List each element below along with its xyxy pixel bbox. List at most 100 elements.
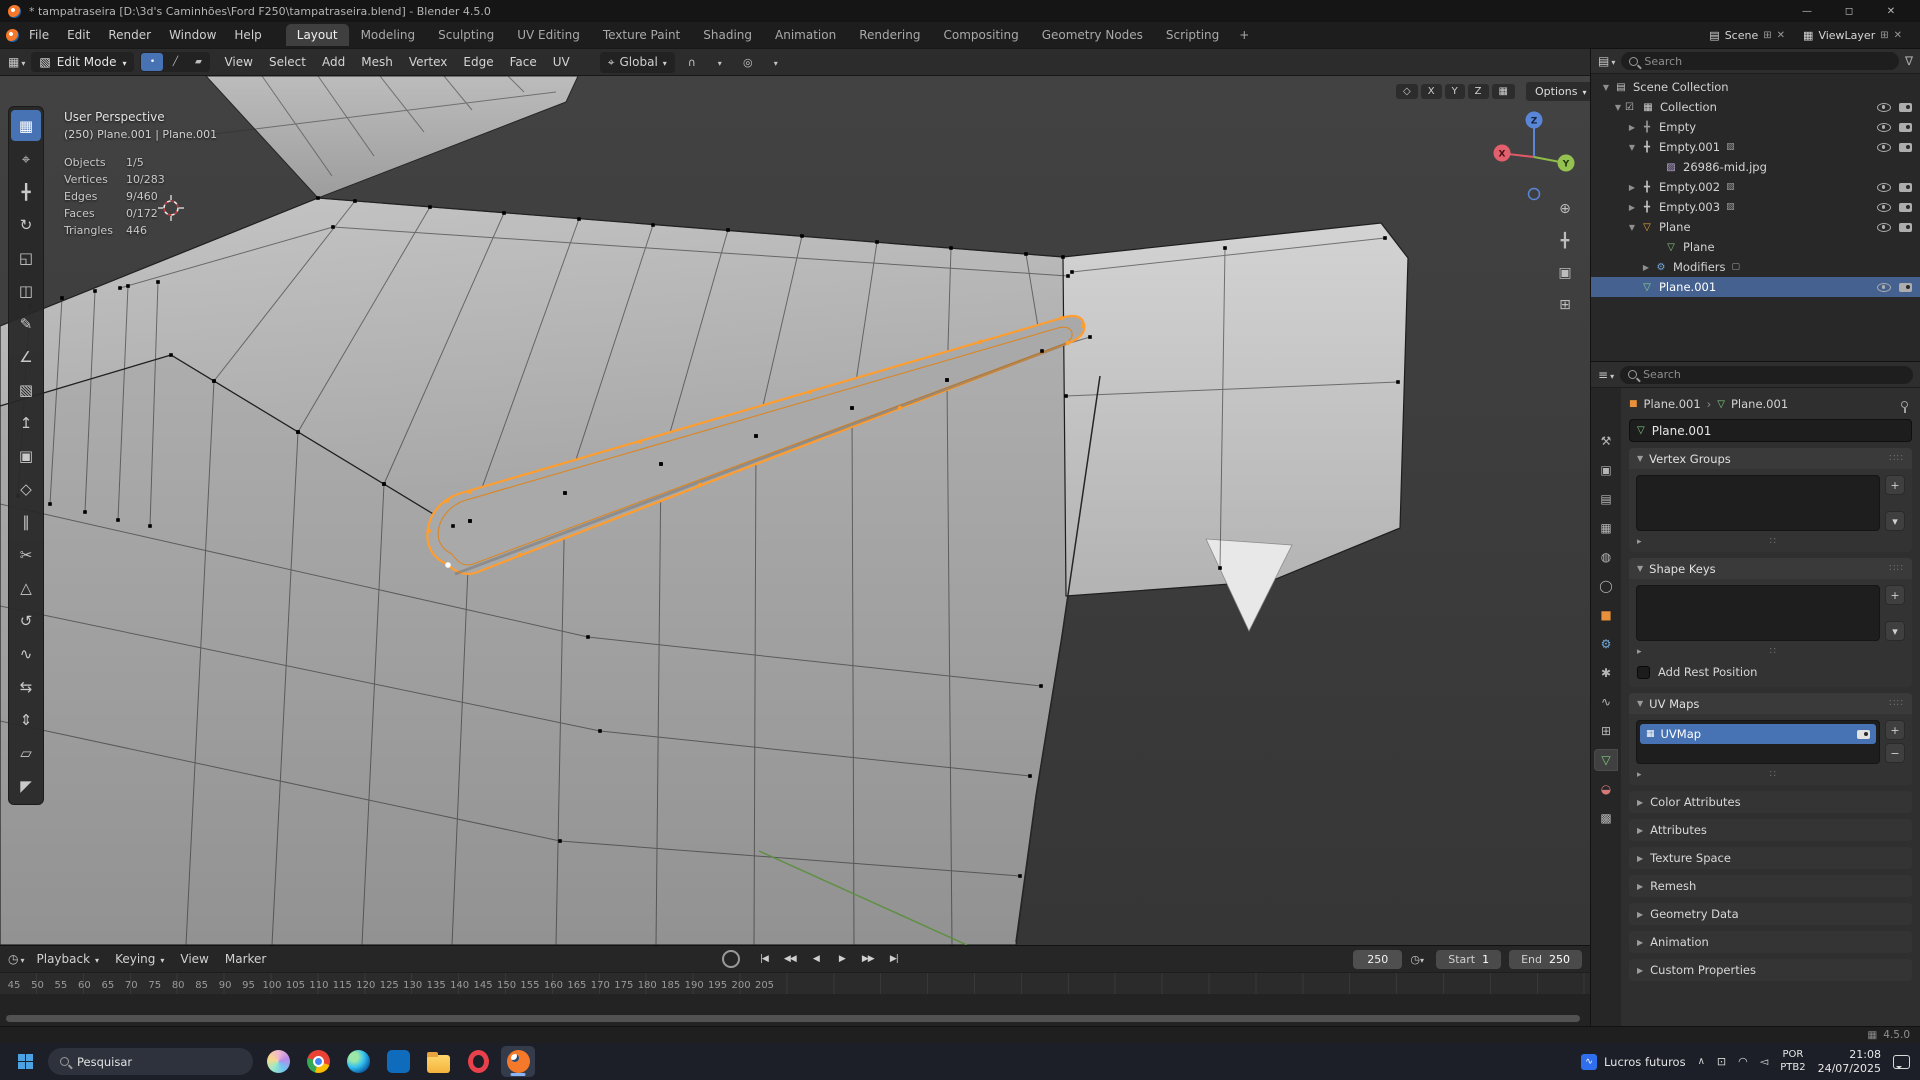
viewlayer-selector[interactable]: ViewLayer bbox=[1797, 27, 1908, 44]
shrink-fatten-tool[interactable]: ⇕ bbox=[11, 704, 41, 735]
subpanel-expander[interactable]: ▸ bbox=[1637, 647, 1642, 657]
proportional-dropdown[interactable] bbox=[765, 52, 787, 72]
timeline-menu-item[interactable]: Marker bbox=[217, 949, 274, 969]
remove-uv-map-button[interactable] bbox=[1885, 743, 1905, 763]
snap-symmetry-icon[interactable] bbox=[1492, 84, 1515, 99]
vertex-groups-list[interactable] bbox=[1636, 475, 1880, 531]
auto-keyframe-toggle[interactable] bbox=[722, 950, 740, 968]
collapsed-section-header[interactable]: ▶Attributes bbox=[1629, 819, 1912, 841]
header-menu-item[interactable]: Mesh bbox=[353, 52, 401, 72]
opera-icon[interactable] bbox=[461, 1046, 495, 1077]
notification-icon[interactable] bbox=[1893, 1055, 1910, 1069]
news-widget[interactable]: ∿ Lucros futuros bbox=[1581, 1054, 1686, 1070]
add-cube-tool[interactable]: ▧ bbox=[11, 374, 41, 405]
add-uv-map-button[interactable] bbox=[1885, 720, 1905, 740]
outliner-row[interactable]: ▼ ╋ Empty.001 ▨ bbox=[1591, 137, 1920, 157]
editor-type-button[interactable] bbox=[8, 55, 25, 69]
annotate-tool[interactable]: ✎ bbox=[11, 308, 41, 339]
header-menu-item[interactable]: Add bbox=[314, 52, 353, 72]
output-tab[interactable]: ▤ bbox=[1594, 488, 1618, 510]
render-camera-icon[interactable] bbox=[1857, 730, 1870, 739]
timeline-track[interactable] bbox=[0, 994, 1590, 1026]
timeline-menu-item[interactable]: View bbox=[172, 949, 216, 969]
mesh-scene[interactable]: Z X Y bbox=[0, 76, 1590, 945]
collapsed-section-header[interactable]: ▶Custom Properties bbox=[1629, 959, 1912, 981]
filter-icon[interactable] bbox=[1905, 54, 1913, 68]
scale-tool[interactable]: ◱ bbox=[11, 242, 41, 273]
collapsed-section-header[interactable]: ▶Geometry Data bbox=[1629, 903, 1912, 925]
collapsed-section-header[interactable]: ▶Texture Space bbox=[1629, 847, 1912, 869]
options-dropdown[interactable]: Options bbox=[1526, 82, 1590, 101]
eye-icon[interactable] bbox=[1877, 123, 1891, 132]
render-tab[interactable]: ▣ bbox=[1594, 459, 1618, 481]
face-select-mode[interactable]: ▰ bbox=[187, 53, 209, 71]
edge-select-mode[interactable]: ╱ bbox=[164, 53, 186, 71]
active-vertex[interactable] bbox=[445, 562, 451, 568]
scene-tab[interactable]: ◍ bbox=[1594, 546, 1618, 568]
workspace-tab[interactable]: Texture Paint bbox=[592, 24, 691, 46]
mirror-axis-toggle[interactable]: Y bbox=[1445, 84, 1465, 99]
expander-icon[interactable]: ▶ bbox=[1625, 203, 1639, 212]
add-vertex-group-button[interactable] bbox=[1885, 475, 1905, 495]
outliner-row[interactable]: ▶ ⚙ Modifiers ▢ bbox=[1591, 257, 1920, 277]
outliner-row[interactable]: ▶ ╋ Empty.002 ▨ bbox=[1591, 177, 1920, 197]
proportional-editing-button[interactable] bbox=[737, 52, 759, 72]
pan-icon[interactable]: ╋ bbox=[1552, 228, 1578, 254]
expander-icon[interactable]: ▶ bbox=[1625, 123, 1639, 132]
eye-icon[interactable] bbox=[1877, 223, 1891, 232]
transform-orientation-dropdown[interactable]: Global bbox=[600, 52, 675, 73]
timeline-menu-item[interactable]: Keying bbox=[107, 949, 172, 969]
tool-tab[interactable]: ⚒ bbox=[1594, 430, 1618, 452]
cursor-tool[interactable]: ⌖ bbox=[11, 143, 41, 174]
shape-key-specials-button[interactable] bbox=[1885, 621, 1905, 641]
poly-build-tool[interactable]: △ bbox=[11, 572, 41, 603]
expander-icon[interactable]: ▼ bbox=[1599, 83, 1613, 92]
workspace-tab[interactable]: Animation bbox=[764, 24, 847, 46]
eye-icon[interactable] bbox=[1877, 283, 1891, 292]
uv-maps-list[interactable]: ▦ UVMap bbox=[1636, 720, 1880, 764]
keyboard-language[interactable]: PORPTB2 bbox=[1780, 1049, 1805, 1074]
play-button[interactable]: ▶ bbox=[830, 949, 854, 969]
volume-icon[interactable] bbox=[1760, 1055, 1768, 1068]
viewport-3d[interactable]: Z X Y User Perspective (250) Plane.001 |… bbox=[0, 76, 1590, 945]
workspace-tab[interactable]: Scripting bbox=[1155, 24, 1230, 46]
taskbar-search-input[interactable]: Pesquisar bbox=[48, 1048, 253, 1075]
view-layer-tab[interactable]: ▦ bbox=[1594, 517, 1618, 539]
workspace-tab[interactable]: Sculpting bbox=[427, 24, 505, 46]
object-tab[interactable]: ■ bbox=[1594, 604, 1618, 626]
prev-keyframe-button[interactable]: ◀◀ bbox=[778, 949, 802, 969]
vertex-group-specials-button[interactable] bbox=[1885, 511, 1905, 531]
toggle-ortho-icon[interactable]: ⊞ bbox=[1552, 292, 1578, 318]
outliner-editor-type-button[interactable] bbox=[1598, 54, 1615, 68]
copilot-icon[interactable] bbox=[261, 1046, 295, 1077]
menu-item[interactable]: Edit bbox=[58, 25, 99, 45]
mirror-axis-toggle[interactable]: X bbox=[1421, 84, 1442, 99]
edge-icon[interactable] bbox=[341, 1046, 375, 1077]
pin-icon[interactable] bbox=[1901, 401, 1908, 408]
collapsed-section-header[interactable]: ▶Animation bbox=[1629, 931, 1912, 953]
object-data-tab[interactable]: ▽ bbox=[1594, 749, 1618, 771]
snap-toggle-button[interactable] bbox=[681, 52, 703, 72]
current-frame-field[interactable]: 250 bbox=[1353, 950, 1402, 969]
add-workspace-button[interactable]: + bbox=[1231, 25, 1257, 45]
smooth-tool[interactable]: ∿ bbox=[11, 638, 41, 669]
frame-start-field[interactable]: Start1 bbox=[1436, 950, 1501, 969]
uv-map-item[interactable]: ▦ UVMap bbox=[1640, 724, 1876, 744]
unlink-scene-icon[interactable] bbox=[1777, 30, 1785, 41]
vertex-select-mode[interactable]: • bbox=[141, 53, 163, 71]
blender-menu-icon[interactable] bbox=[6, 29, 19, 42]
transform-tool[interactable]: ◫ bbox=[11, 275, 41, 306]
menu-item[interactable]: Window bbox=[160, 25, 225, 45]
jump-to-end-button[interactable]: ▶| bbox=[882, 949, 906, 969]
workspace-tab[interactable]: Shading bbox=[692, 24, 763, 46]
mode-dropdown[interactable]: Edit Mode bbox=[31, 52, 134, 72]
shear-tool[interactable]: ▱ bbox=[11, 737, 41, 768]
knife-tool[interactable]: ✂ bbox=[11, 539, 41, 570]
bevel-tool[interactable]: ◇ bbox=[11, 473, 41, 504]
outliner-search-input[interactable]: Search bbox=[1621, 52, 1899, 70]
camera-icon[interactable] bbox=[1899, 143, 1912, 152]
shape-keys-header[interactable]: ▼Shape Keys bbox=[1629, 558, 1912, 579]
subpanel-expander[interactable]: ▸ bbox=[1637, 537, 1642, 547]
collapsed-section-header[interactable]: ▶Remesh bbox=[1629, 875, 1912, 897]
outliner-row[interactable]: ▼ ▽ Plane bbox=[1591, 217, 1920, 237]
